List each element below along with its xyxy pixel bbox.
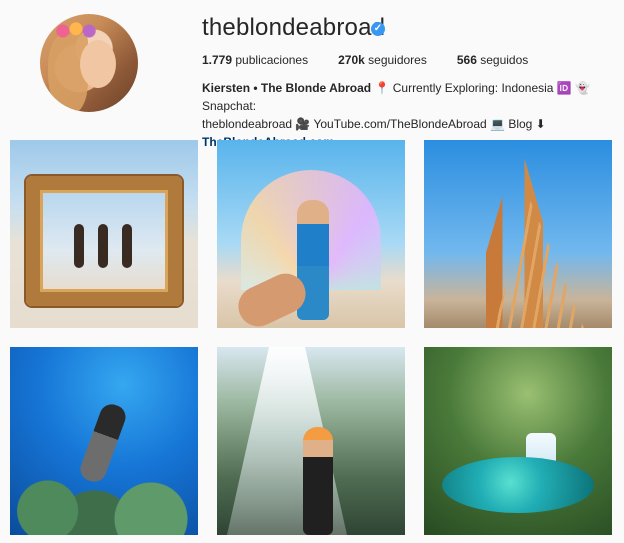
person-silhouette [74, 224, 84, 268]
turquoise-pool [442, 457, 594, 513]
avatar-flower-crown [54, 20, 98, 42]
following-label: seguidos [480, 53, 529, 67]
posts-count-stat: 1.779 publicaciones [202, 53, 308, 67]
followers-count-stat[interactable]: 270k seguidores [338, 53, 427, 67]
post-scuba-dive[interactable] [10, 347, 198, 535]
profile-stats: 1.779 publicaciones 270k seguidores 566 … [202, 53, 558, 67]
bio-name: Kiersten • The Blonde Abroad [202, 81, 372, 95]
coral-reef [10, 455, 198, 535]
ornate-frame [26, 176, 182, 306]
posts-label: publicaciones [235, 53, 309, 67]
profile-avatar[interactable] [40, 14, 138, 112]
post-desert-frame[interactable] [10, 140, 198, 328]
woman-with-helmet [303, 427, 333, 535]
post-jungle-lagoon[interactable] [424, 347, 612, 535]
profile-username: theblondeabroad [202, 14, 386, 41]
post-waterfall[interactable] [217, 347, 405, 535]
post-burning-man-arch[interactable] [217, 140, 405, 328]
followers-count: 270k [338, 53, 365, 67]
following-count-stat[interactable]: 566 seguidos [457, 53, 528, 67]
posts-grid [10, 140, 613, 536]
person-silhouette [122, 224, 132, 268]
following-count: 566 [456, 53, 477, 67]
followers-label: seguidores [368, 53, 427, 67]
post-golden-tower[interactable] [424, 140, 612, 328]
avatar-face [80, 40, 116, 88]
bio-line-1: Kiersten • The Blonde Abroad 📍 Currently… [202, 79, 622, 115]
posts-count: 1.779 [202, 53, 233, 67]
bio-line-2: theblondeabroad 🎥 YouTube.com/TheBlondeA… [202, 117, 546, 131]
person-silhouette [98, 224, 108, 268]
verified-checkmark-icon: ✓ [371, 22, 385, 36]
